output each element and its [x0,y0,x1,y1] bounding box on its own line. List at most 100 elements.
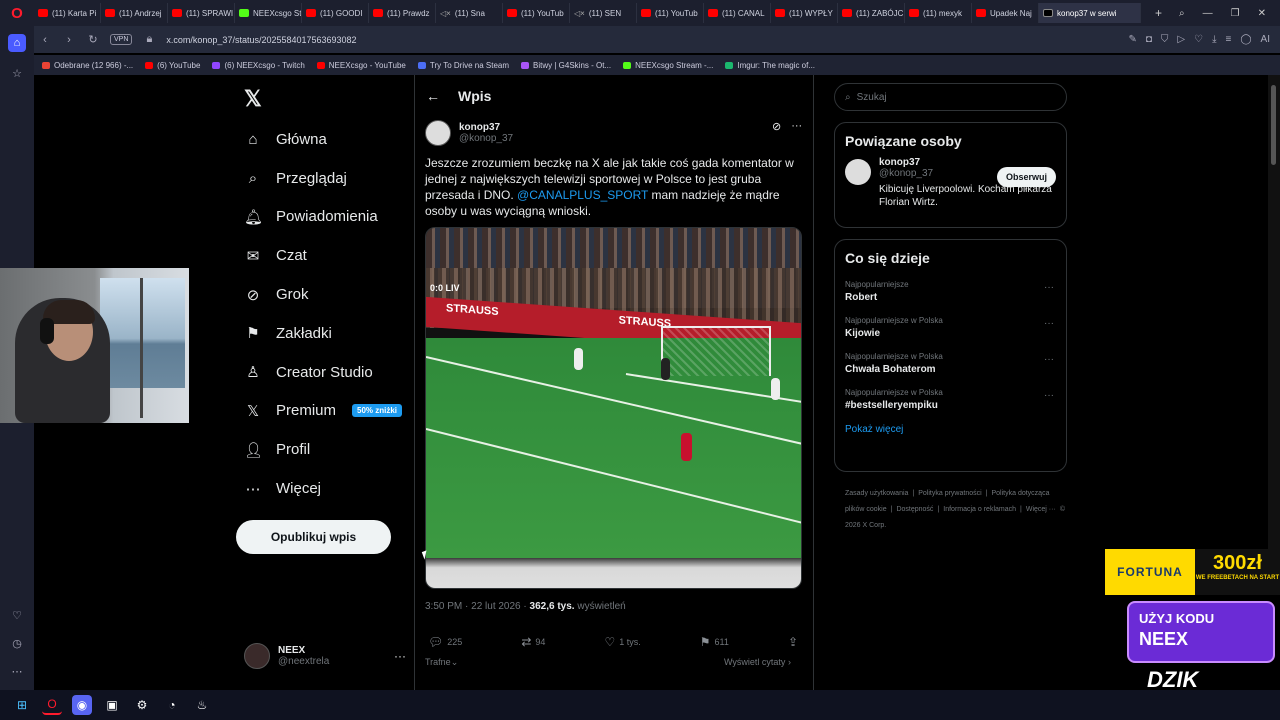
reload-icon[interactable]: ↻ [86,33,100,46]
trend-item[interactable]: Najpopularniejsze w Polska Chwała Bohater… [835,346,1066,382]
opera-logo[interactable]: O [0,0,34,26]
nav-item[interactable]: ⋯ Więcej [244,469,402,508]
x-logo-icon[interactable]: 𝕏 [244,86,262,112]
browser-tab[interactable]: NEEXcsgo St [235,3,302,23]
post-author[interactable]: konop37 @konop_37 [425,120,513,146]
forward-icon[interactable]: › [62,34,76,46]
bookmark-item[interactable]: NEEXcsgo Stream -... [623,61,713,70]
footer-link[interactable]: Polityka prywatności [918,490,981,497]
more-icon[interactable]: ··· [1044,354,1054,365]
bookmark-button[interactable]: ⚑ 611 [700,635,729,649]
discord-icon[interactable]: ◉ [72,695,92,715]
browser-tab[interactable]: (11) CANAL [704,3,771,23]
home-icon[interactable]: ⌂ [8,34,26,52]
trend-item[interactable]: Najpopularniejsze w Polska Kijowie ··· [835,310,1066,346]
edit-icon[interactable]: ✎ [1128,34,1136,45]
avatar[interactable] [845,159,871,185]
star-icon[interactable]: ☆ [8,64,26,82]
bookmark-item[interactable]: NEEXcsgo - YouTube [316,61,406,70]
reply-sort-dropdown[interactable]: Trafne⌄ [425,657,458,668]
more-icon[interactable]: ··· [1044,390,1054,401]
bookmark-item[interactable]: Bitwy | G4Skins - Ot... [521,61,611,70]
follow-button[interactable]: Obserwuj [996,167,1056,187]
repost-button[interactable]: ⇄ 94 [521,635,545,649]
author-name[interactable]: konop37 [459,122,513,133]
trend-item[interactable]: Najpopularniejsze w Polska #bestselleryem… [835,382,1066,418]
more-icon[interactable]: ··· [394,649,406,663]
browser-tab[interactable]: (11) mexyk [905,3,972,23]
bookmark-item[interactable]: Odebrane (12 966) -... [42,61,133,70]
close-icon[interactable]: ✕ [1258,8,1266,19]
browser-tab[interactable]: konop37 w serwi [1039,3,1141,23]
more-icon[interactable]: ··· [1044,318,1054,329]
nav-item[interactable]: ✉ Czat [244,236,402,275]
browser-tab[interactable]: ◁× (11) SEN [570,3,637,23]
profile-icon[interactable]: ◯ [1240,34,1251,45]
browser-tab[interactable]: (11) SPRAWI [168,3,235,23]
footer-link[interactable]: Zasady użytkowania [845,490,908,497]
browser-tab[interactable]: (11) YouTub [503,3,570,23]
heart-icon[interactable]: ♡ [1194,34,1203,45]
browser-tab[interactable]: (11) ZABÓJC [838,3,905,23]
avatar[interactable] [425,120,451,146]
post-video[interactable]: STRAUSSSTRAUSS 0:0 LIV [425,227,802,589]
bookmark-item[interactable]: (6) NEEXcsgo - Twitch [212,61,305,70]
download-icon[interactable]: ⤓ [1212,34,1216,45]
browser-tab[interactable]: (11) Prawdz [369,3,436,23]
nav-item[interactable]: ⊘ Grok [244,275,402,314]
more-icon[interactable]: ··· [791,120,802,133]
nav-item[interactable]: 👤︎ Profil [244,430,402,469]
minimize-icon[interactable]: — [1203,8,1213,19]
author-handle[interactable]: @konop_37 [459,133,513,144]
browser-tab[interactable]: ◁× (11) Sna [436,3,503,23]
show-more-link[interactable]: Pokaż więcej [835,418,1066,445]
nav-item[interactable]: 🔔︎ Powiadomienia [244,198,402,237]
trend-item[interactable]: Najpopularniejsze Robert ··· [835,274,1066,310]
bookmark-item[interactable]: Imgur: The magic of... [725,61,815,70]
more-icon[interactable]: ⋯ [8,662,26,680]
bookmark-item[interactable]: (6) YouTube [145,61,200,70]
vpn-badge[interactable]: VPN [110,34,133,45]
camera-icon[interactable]: ◘ [1146,34,1152,45]
view-quotes-link[interactable]: Wyświetl cytaty › [724,657,791,667]
grok-icon[interactable]: ⊘ [772,120,781,133]
menu-icon[interactable]: ≡ [1226,34,1232,45]
heart-icon[interactable]: ♡ [8,606,26,624]
clock-icon[interactable]: ◷ [8,634,26,652]
new-tab-button[interactable]: + [1149,6,1168,20]
nav-item[interactable]: ⚑ Zakładki [244,314,402,353]
timestamp[interactable]: 3:50 PM · 22 lut 2026 · [425,601,530,612]
browser-tab[interactable]: (11) Karta Pi [34,3,101,23]
shield-icon[interactable]: ⛉ [1161,34,1169,45]
app-icon[interactable]: ◔ [162,695,182,715]
reply-button[interactable]: 💬︎ 225 [428,635,462,649]
bookmark-item[interactable]: Try To Drive na Steam [417,61,509,70]
post-button[interactable]: Opublikuj wpis [236,520,391,554]
url-field[interactable]: x.com/konop_37/status/202558401756369308… [166,35,1118,45]
settings-icon[interactable]: ⚙ [132,695,152,715]
browser-tab[interactable]: (11) YouTub [637,3,704,23]
search-input[interactable]: ⌕ Szukaj [834,83,1067,111]
footer-link[interactable]: Informacja o reklamach [943,506,1016,513]
footer-link[interactable]: Dostępność [896,506,933,513]
browser-tab[interactable]: (11) Andrzej [101,3,168,23]
nav-item[interactable]: 𝕏 Premium 50% zniżki [244,392,403,431]
back-icon[interactable]: ‹ [38,34,52,46]
play-icon[interactable]: ▷ [1177,34,1185,45]
more-icon[interactable]: ··· [1044,282,1054,293]
nav-item[interactable]: ⌂ Główna [244,120,402,159]
mention-link[interactable]: @CANALPLUS_SPORT [517,188,648,202]
browser-tab[interactable]: Upadek Naj [972,3,1039,23]
maximize-icon[interactable]: ❐ [1231,8,1240,19]
window-icon[interactable]: ▣ [102,695,122,715]
lock-icon[interactable]: 🔒︎ [142,33,156,46]
share-button[interactable]: ⇪ [788,635,798,649]
back-arrow-icon[interactable]: ← [426,88,440,104]
opera-taskbar-icon[interactable]: O [42,695,62,715]
windows-start-icon[interactable]: ⊞ [12,695,32,715]
search-tabs-icon[interactable]: ⌕ [1179,8,1185,19]
like-button[interactable]: ♡ 1 tys. [604,635,640,649]
browser-tab[interactable]: (11) GOODI [302,3,369,23]
footer-link[interactable]: Więcej ··· [1026,506,1056,513]
account-switcher[interactable]: NEEX @neextrela ··· [244,643,406,669]
